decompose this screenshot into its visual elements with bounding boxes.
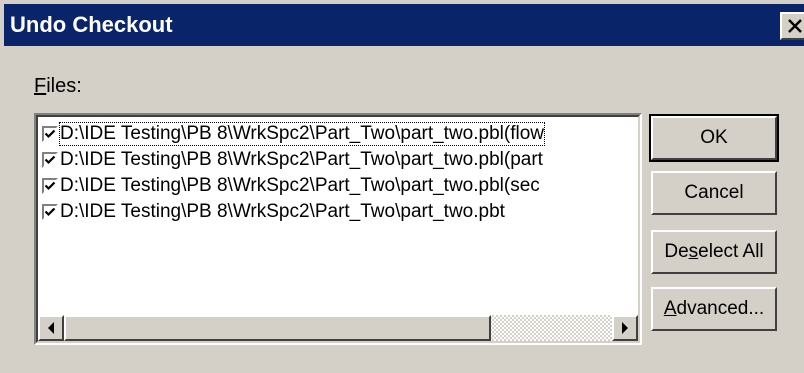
file-checkbox[interactable] — [42, 126, 58, 142]
scroll-right-button[interactable] — [612, 315, 638, 341]
undo-checkout-dialog: Undo Checkout Files: D:\IDE Testing\PB 8… — [0, 0, 804, 373]
file-path: D:\IDE Testing\PB 8\WrkSpc2\Part_Two\par… — [60, 149, 543, 170]
advanced-label: Advanced... — [663, 298, 765, 319]
deselect-all-label: Deselect All — [664, 241, 764, 262]
files-label-mnemonic: F — [34, 75, 47, 97]
file-row[interactable]: D:\IDE Testing\PB 8\WrkSpc2\Part_Two\par… — [42, 199, 638, 225]
scroll-left-button[interactable] — [38, 315, 64, 341]
dialog-title: Undo Checkout — [10, 12, 173, 37]
file-checkbox[interactable] — [42, 178, 58, 194]
files-label-text: iles: — [46, 75, 82, 97]
file-path: D:\IDE Testing\PB 8\WrkSpc2\Part_Two\par… — [60, 201, 505, 222]
advanced-button[interactable]: Advanced... — [651, 287, 777, 331]
checkmark-icon — [44, 181, 56, 191]
file-checkbox[interactable] — [42, 204, 58, 220]
scroll-thumb[interactable] — [64, 315, 491, 341]
arrow-right-icon — [622, 322, 628, 334]
file-checkbox[interactable] — [42, 152, 58, 168]
horizontal-scrollbar[interactable] — [38, 315, 638, 341]
deselect-all-button[interactable]: Deselect All — [651, 230, 777, 274]
checkmark-icon — [44, 207, 56, 217]
cancel-button[interactable]: Cancel — [651, 171, 777, 215]
files-list: D:\IDE Testing\PB 8\WrkSpc2\Part_Two\par… — [42, 121, 638, 225]
close-button[interactable] — [780, 12, 804, 40]
file-row[interactable]: D:\IDE Testing\PB 8\WrkSpc2\Part_Two\par… — [42, 173, 638, 199]
files-listbox[interactable]: D:\IDE Testing\PB 8\WrkSpc2\Part_Two\par… — [34, 113, 642, 345]
scroll-track[interactable] — [64, 315, 612, 341]
file-path: D:\IDE Testing\PB 8\WrkSpc2\Part_Two\par… — [60, 175, 540, 196]
title-bar[interactable]: Undo Checkout — [4, 4, 804, 46]
file-row[interactable]: D:\IDE Testing\PB 8\WrkSpc2\Part_Two\par… — [42, 121, 638, 147]
ok-label: OK — [700, 127, 728, 148]
arrow-left-icon — [48, 322, 54, 334]
ok-button[interactable]: OK — [649, 114, 779, 162]
cancel-label: Cancel — [684, 182, 744, 203]
file-row[interactable]: D:\IDE Testing\PB 8\WrkSpc2\Part_Two\par… — [42, 147, 638, 173]
checkmark-icon — [44, 129, 56, 139]
checkmark-icon — [44, 155, 56, 165]
close-icon — [787, 19, 803, 33]
files-label: Files: — [34, 75, 82, 98]
file-path: D:\IDE Testing\PB 8\WrkSpc2\Part_Two\par… — [59, 122, 545, 146]
